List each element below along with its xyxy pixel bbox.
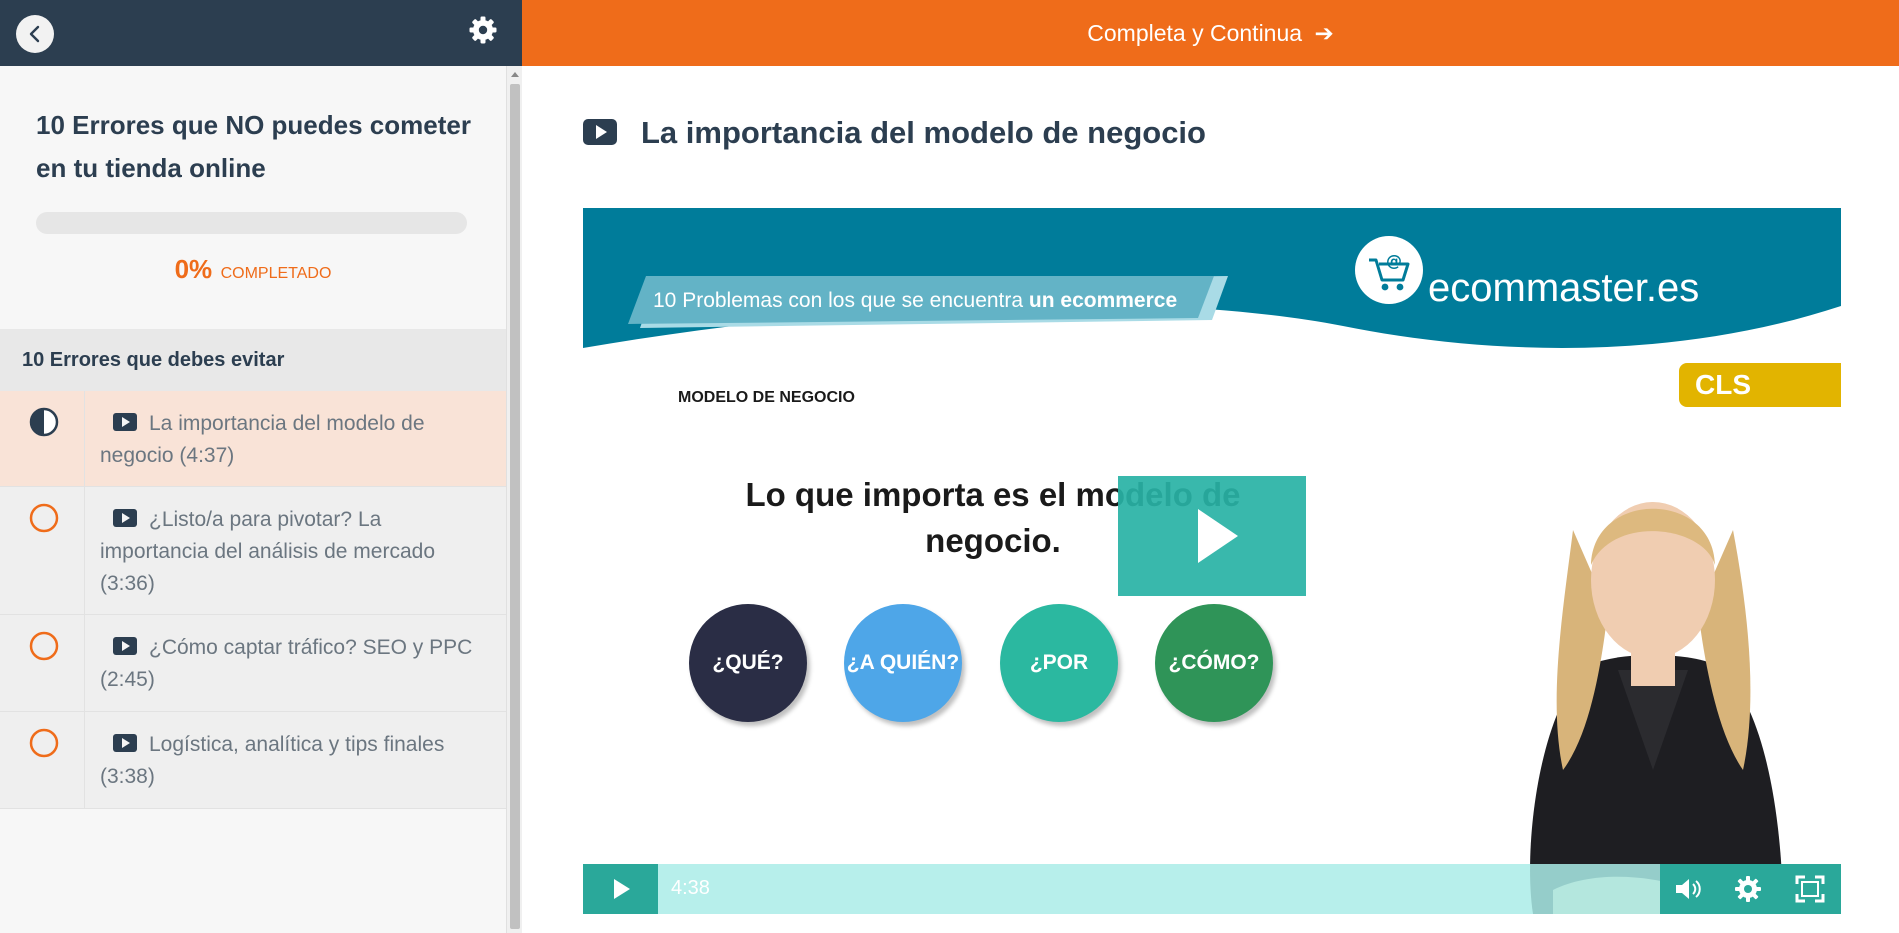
slide-section-label: MODELO DE NEGOCIO	[678, 389, 855, 406]
logo-icon: @	[1355, 236, 1423, 304]
lesson-item-4[interactable]: Logística, analítica y tips finales (3:3…	[0, 712, 506, 809]
progress-word: COMPLETADO	[220, 265, 332, 282]
empty-circle-icon[interactable]	[29, 631, 59, 661]
video-icon	[113, 509, 137, 527]
progress-bar	[36, 212, 467, 234]
lesson-label: Logística, analítica y tips finales (3:3…	[100, 733, 445, 788]
video-controls-right	[1660, 864, 1841, 914]
cls-badge: CLS	[1679, 363, 1841, 407]
question-circle-que: ¿QUÉ?	[689, 604, 807, 722]
empty-circle-icon[interactable]	[29, 503, 59, 533]
back-button[interactable]	[16, 15, 54, 53]
question-circle-a-quien: ¿A QUIÉN?	[844, 604, 962, 722]
question-circle-por-que: ¿POR QUÉ?	[1000, 604, 1118, 792]
play-button[interactable]	[583, 864, 658, 914]
course-title: 10 Errores que NO puedes cometer en tu t…	[36, 110, 471, 183]
logo-text: ecommaster.es	[1428, 266, 1700, 310]
lesson-label: ¿Listo/a para pivotar? La importancia de…	[100, 508, 436, 595]
video-icon	[583, 119, 617, 145]
video-player[interactable]: 10 Problemas con los que se encuentra un…	[583, 208, 1841, 914]
video-duration: 4:38	[671, 877, 710, 899]
complete-continue-label: Completa y Continua	[1087, 20, 1303, 46]
settings-gear-icon[interactable]	[1732, 873, 1764, 905]
lesson-label: ¿Cómo captar tráfico? SEO y PPC (2:45)	[100, 636, 473, 691]
sidebar-content: 10 Errores que NO puedes cometer en tu t…	[0, 66, 506, 933]
video-icon	[113, 413, 137, 431]
slide-tag-text: 10 Problemas con los que se encuentra un…	[653, 289, 1178, 312]
gear-icon	[469, 16, 497, 44]
arrow-right-icon: ➔	[1314, 20, 1334, 46]
complete-continue-button[interactable]: Completa y Continua ➔	[522, 0, 1899, 66]
scrollbar-thumb[interactable]	[510, 84, 520, 929]
lesson-status-column	[0, 391, 85, 486]
lesson-status-column	[0, 712, 85, 808]
question-circle-como: ¿CÓMO?	[1155, 604, 1273, 722]
top-bar: Completa y Continua ➔	[522, 0, 1899, 66]
lesson-status-column	[0, 487, 85, 614]
presenter-image	[1530, 502, 1783, 914]
empty-circle-icon[interactable]	[29, 728, 59, 758]
big-play-button[interactable]	[1118, 476, 1306, 596]
lesson-status-column	[0, 615, 85, 711]
lesson-label: La importancia del modelo de negocio (4:…	[100, 412, 425, 467]
lecture-title: La importancia del modelo de negocio	[641, 115, 1206, 150]
progress-label: 0% COMPLETADO	[0, 254, 506, 285]
lesson-item-1[interactable]: La importancia del modelo de negocio (4:…	[0, 391, 506, 487]
section-header: 10 Errores que debes evitar	[0, 329, 506, 391]
shopping-cart-icon: @	[1369, 251, 1410, 291]
course-sidebar: 10 Errores que NO puedes cometer en tu t…	[0, 0, 522, 933]
lesson-item-3[interactable]: ¿Cómo captar tráfico? SEO y PPC (2:45)	[0, 615, 506, 712]
sidebar-scrollbar[interactable]	[506, 66, 522, 933]
half-circle-icon[interactable]	[29, 407, 59, 437]
video-controls: 4:38	[583, 864, 1841, 914]
fullscreen-icon[interactable]	[1794, 873, 1826, 905]
scroll-up-arrow-icon[interactable]	[511, 72, 519, 77]
video-icon	[113, 637, 137, 655]
volume-icon[interactable]	[1672, 873, 1704, 905]
sidebar-toolbar	[0, 0, 522, 66]
svg-text:@: @	[1386, 251, 1402, 270]
progress-percent: 0%	[174, 254, 213, 284]
video-icon	[113, 734, 137, 752]
settings-button[interactable]	[468, 15, 500, 47]
lesson-item-2[interactable]: ¿Listo/a para pivotar? La importancia de…	[0, 487, 506, 615]
chevron-left-icon	[29, 25, 40, 43]
